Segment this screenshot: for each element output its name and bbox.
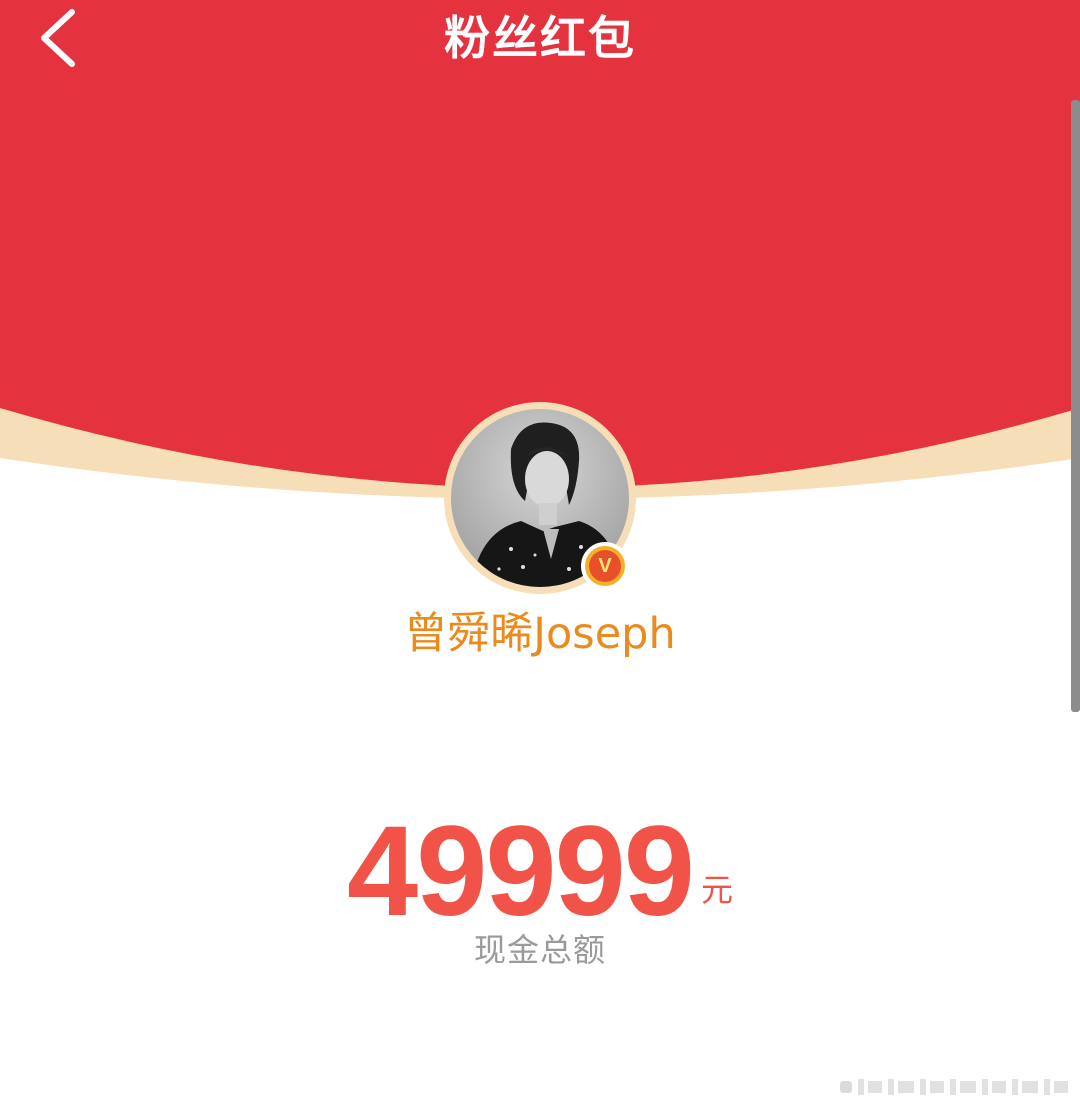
verified-badge: V	[581, 542, 629, 590]
fan-red-packet-screen: 粉丝红包 V 曾舜晞Joseph 49999 元 现金总额	[0, 0, 1080, 1105]
currency-unit: 元	[700, 871, 733, 909]
verified-label: V	[598, 555, 612, 577]
username[interactable]: 曾舜晞Joseph	[0, 602, 1080, 666]
verified-v-icon: V	[589, 550, 621, 582]
cash-total-label: 现金总额	[473, 931, 606, 969]
amount-row: 49999 元	[0, 808, 1080, 936]
cash-amount: 49999	[347, 800, 695, 943]
back-button[interactable]	[30, 4, 90, 68]
watermark	[840, 1079, 1068, 1095]
chevron-left-icon	[41, 9, 75, 67]
